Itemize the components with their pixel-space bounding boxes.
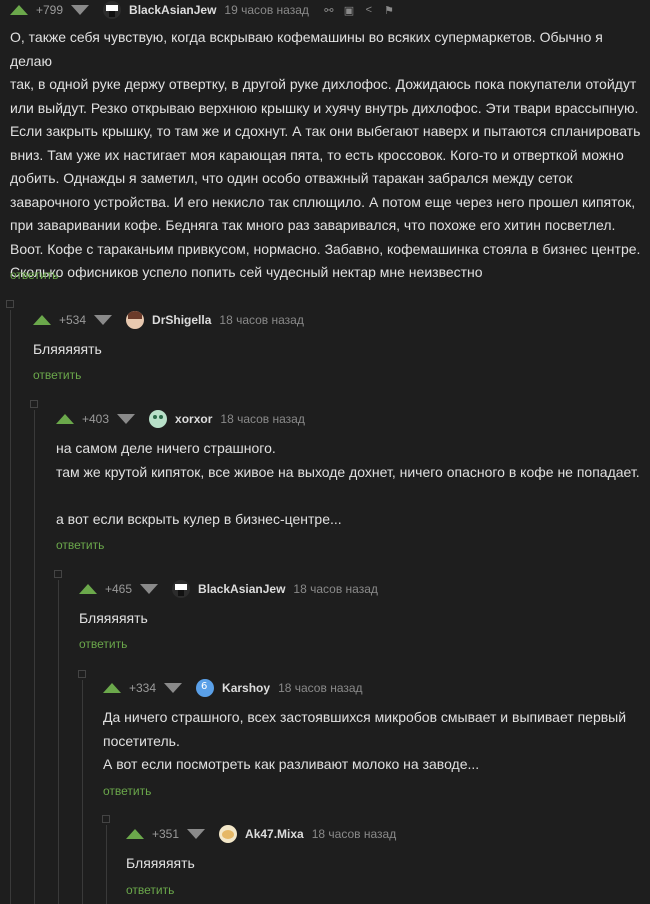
downvote-icon[interactable]: [187, 829, 206, 839]
text-line: или выйдут. Резко открываю верхнюю крышк…: [10, 99, 639, 116]
text-line: А вот если посмотреть как разливают моло…: [103, 756, 480, 772]
text-line: [56, 484, 646, 508]
upvote-icon[interactable]: [79, 584, 97, 594]
comment-text: О, также себя чувствую, когда вскрываю к…: [10, 26, 645, 285]
text-line: заварочного устройства. И его некисло та…: [10, 193, 636, 210]
text-line: на самом деле ничего страшного.: [56, 440, 276, 456]
thread-line[interactable]: [82, 680, 83, 904]
reply-link[interactable]: ответить: [33, 368, 81, 382]
avatar[interactable]: [149, 410, 168, 428]
collapse-toggle[interactable]: [6, 300, 14, 308]
downvote-icon[interactable]: [94, 315, 113, 325]
share-icon[interactable]: <: [359, 4, 379, 16]
reply-link[interactable]: ответить: [79, 637, 127, 651]
author-name[interactable]: Ak47.Mixa: [245, 827, 304, 841]
text-line: Бляяяяять: [126, 855, 195, 871]
collapse-toggle[interactable]: [54, 570, 62, 578]
timestamp[interactable]: 18 часов назад: [219, 313, 303, 327]
collapse-toggle[interactable]: [102, 815, 110, 823]
timestamp[interactable]: 18 часов назад: [278, 681, 362, 695]
comment-header: +334 Karshoy 18 часов назад: [103, 678, 363, 698]
text-line: Бляяяяять: [79, 610, 148, 626]
reply-link[interactable]: ответить: [126, 883, 174, 897]
text-line: Бляяяяять: [33, 341, 102, 357]
reply-link[interactable]: ответить: [10, 268, 58, 282]
text-line: О, также себя чувствую, когда вскрываю к…: [10, 29, 603, 69]
thread-line[interactable]: [58, 580, 59, 904]
rating: +351: [152, 827, 180, 841]
thread-line[interactable]: [106, 825, 107, 904]
downvote-icon[interactable]: [117, 414, 136, 424]
collapse-toggle[interactable]: [78, 670, 86, 678]
avatar[interactable]: [172, 580, 191, 598]
text-line: там же крутой кипяток, все живое на выхо…: [56, 463, 640, 480]
link-icon[interactable]: ⚯: [319, 4, 339, 17]
text-line: Если закрыть крышку, то там же и сдохнут…: [10, 123, 641, 139]
text-line: Сколько офисников успело попить сей чуде…: [10, 264, 483, 280]
avatar[interactable]: [126, 311, 145, 329]
comment-text: Бляяяяять: [79, 607, 639, 631]
timestamp[interactable]: 18 часов назад: [220, 412, 304, 426]
comment-tools: ⚯ ▣ < ⚑: [319, 4, 399, 17]
avatar[interactable]: [219, 825, 238, 843]
text-line: при заваривании кофе. Бедняга так много …: [10, 217, 616, 233]
timestamp[interactable]: 18 часов назад: [293, 582, 377, 596]
downvote-icon[interactable]: [164, 683, 183, 693]
text-line: Да ничего страшного, всех застоявшихся м…: [103, 709, 627, 725]
text-line: Воот. Кофе с тараканьим привкусом, норма…: [10, 240, 641, 257]
collapse-toggle[interactable]: [30, 400, 38, 408]
save-icon[interactable]: ▣: [339, 4, 359, 17]
reply-link[interactable]: ответить: [103, 784, 151, 798]
comment-header: +465 BlackAsianJew 18 часов назад: [79, 579, 378, 599]
author-name[interactable]: BlackAsianJew: [198, 582, 285, 596]
text-line: посетитель.: [103, 732, 180, 749]
text-line: а вот если вскрыть кулер в бизнес-центре…: [56, 510, 342, 527]
rating: +403: [82, 412, 110, 426]
comment-text: Да ничего страшного, всех застоявшихся м…: [103, 706, 643, 777]
author-name[interactable]: Karshoy: [222, 681, 270, 695]
author-name[interactable]: BlackAsianJew: [129, 3, 216, 17]
author-name[interactable]: xorxor: [175, 412, 212, 426]
flag-icon[interactable]: ⚑: [379, 4, 399, 17]
upvote-icon[interactable]: [56, 414, 74, 424]
timestamp[interactable]: 18 часов назад: [312, 827, 396, 841]
upvote-icon[interactable]: [103, 683, 121, 693]
upvote-icon[interactable]: [33, 315, 51, 325]
avatar[interactable]: [196, 679, 215, 697]
text-line: добить. Однажды я заметил, что один особ…: [10, 170, 573, 186]
reply-link[interactable]: ответить: [56, 538, 104, 552]
rating: +334: [129, 681, 157, 695]
downvote-icon[interactable]: [140, 584, 159, 594]
comment-text: на самом деле ничего страшного. там же к…: [56, 437, 646, 531]
comment-header: +799 BlackAsianJew 19 часов назад ⚯ ▣ < …: [10, 0, 399, 20]
rating: +465: [105, 582, 133, 596]
rating: +534: [59, 313, 87, 327]
rating: +799: [36, 3, 64, 17]
downvote-icon[interactable]: [71, 5, 90, 15]
author-name[interactable]: DrShigella: [152, 313, 211, 327]
timestamp[interactable]: 19 часов назад: [224, 3, 308, 17]
avatar[interactable]: [103, 1, 122, 19]
thread-line[interactable]: [10, 310, 11, 904]
text-line: вниз. Там уже их настигает моя карающая …: [10, 146, 624, 163]
comment-header: +534 DrShigella 18 часов назад: [33, 310, 304, 330]
comment-text: Бляяяяять: [126, 852, 626, 876]
upvote-icon[interactable]: [126, 829, 144, 839]
comment-header: +351 Ak47.Mixa 18 часов назад: [126, 824, 396, 844]
thread-line[interactable]: [34, 410, 35, 904]
comment-text: Бляяяяять: [33, 338, 633, 362]
text-line: так, в одной руке держу отвертку, в друг…: [10, 76, 637, 92]
upvote-icon[interactable]: [10, 5, 28, 15]
comment-header: +403 xorxor 18 часов назад: [56, 409, 305, 429]
